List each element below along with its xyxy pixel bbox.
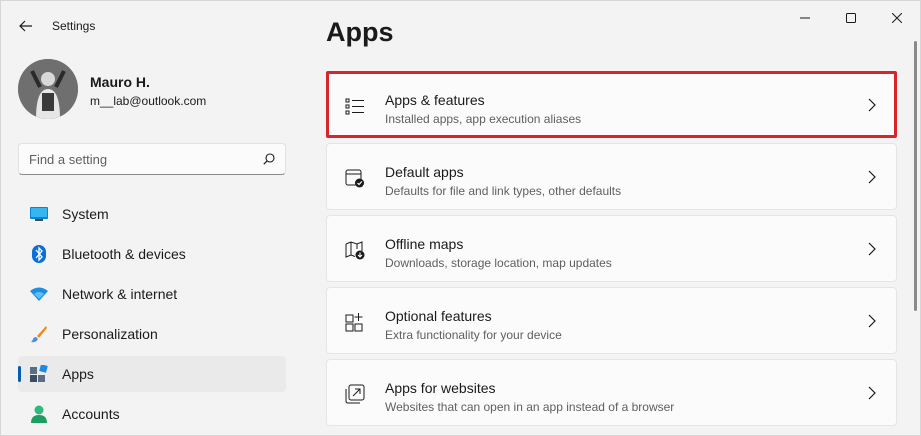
back-arrow-icon — [19, 20, 32, 32]
user-name: Mauro H. — [90, 74, 150, 90]
card-subtitle: Extra functionality for your device — [385, 328, 562, 342]
sidebar-item-apps[interactable]: Apps — [18, 356, 286, 392]
chevron-right-icon — [868, 242, 876, 256]
card-subtitle: Websites that can open in an app instead… — [385, 400, 675, 414]
card-title: Optional features — [385, 308, 492, 324]
search-box[interactable] — [18, 143, 286, 175]
sidebar-item-label: Apps — [62, 366, 94, 382]
open-link-icon — [345, 384, 365, 404]
sidebar-item-label: Network & internet — [62, 286, 178, 302]
close-icon — [892, 13, 902, 23]
minimize-icon — [800, 17, 810, 19]
back-button[interactable] — [15, 15, 37, 37]
scrollbar[interactable] — [914, 41, 917, 311]
chevron-right-icon — [868, 170, 876, 184]
card-title: Default apps — [385, 164, 464, 180]
card-subtitle: Installed apps, app execution aliases — [385, 112, 582, 126]
card-title: Apps for websites — [385, 380, 496, 396]
sidebar-item-label: System — [62, 206, 109, 222]
card-apps-features[interactable]: Apps & features Installed apps, app exec… — [326, 71, 897, 138]
chevron-right-icon — [868, 386, 876, 400]
sidebar-item-system[interactable]: System — [18, 196, 286, 232]
card-optional-features[interactable]: Optional features Extra functionality fo… — [326, 287, 897, 354]
avatar[interactable] — [18, 59, 78, 119]
card-title: Apps & features — [385, 92, 485, 108]
minimize-button[interactable] — [782, 1, 828, 35]
page-title: Apps — [326, 17, 394, 47]
card-subtitle: Downloads, storage location, map updates — [385, 256, 612, 270]
wifi-icon — [30, 285, 48, 303]
map-icon — [345, 241, 365, 260]
card-offline-maps[interactable]: Offline maps Downloads, storage location… — [326, 215, 897, 282]
search-input[interactable] — [29, 151, 263, 167]
chevron-right-icon — [868, 98, 876, 112]
sidebar-item-label: Bluetooth & devices — [62, 246, 186, 262]
sidebar-item-personalization[interactable]: Personalization — [18, 316, 286, 352]
user-email: m__lab@outlook.com — [90, 94, 207, 108]
sidebar-item-network[interactable]: Network & internet — [18, 276, 286, 312]
card-apps-for-websites[interactable]: Apps for websites Websites that can open… — [326, 359, 897, 426]
card-title: Offline maps — [385, 236, 464, 252]
system-icon — [30, 205, 48, 223]
maximize-icon — [846, 13, 856, 23]
person-icon — [30, 405, 48, 423]
default-apps-icon — [345, 169, 364, 188]
avatar-image — [18, 59, 78, 119]
sidebar-item-accounts[interactable]: Accounts — [18, 396, 286, 432]
sidebar-item-label: Accounts — [62, 406, 120, 422]
close-button[interactable] — [874, 1, 920, 35]
optional-features-icon — [345, 313, 363, 332]
settings-cards: Apps & features Installed apps, app exec… — [326, 71, 897, 431]
bluetooth-icon — [30, 245, 48, 263]
chevron-right-icon — [868, 314, 876, 328]
window-title: Settings — [52, 19, 96, 33]
list-icon — [345, 98, 364, 115]
search-icon[interactable] — [263, 153, 275, 165]
sidebar-item-bluetooth[interactable]: Bluetooth & devices — [18, 236, 286, 272]
card-default-apps[interactable]: Default apps Defaults for file and link … — [326, 143, 897, 210]
window-controls — [782, 1, 920, 35]
sidebar-nav: System Bluetooth & devices Network & int… — [18, 196, 286, 436]
card-subtitle: Defaults for file and link types, other … — [385, 184, 622, 198]
settings-window: Settings Mauro H. m__lab@outlook.com Fin… — [0, 0, 921, 436]
sidebar-item-label: Personalization — [62, 326, 158, 342]
maximize-button[interactable] — [828, 1, 874, 35]
brush-icon — [30, 325, 48, 343]
apps-icon — [30, 365, 48, 383]
